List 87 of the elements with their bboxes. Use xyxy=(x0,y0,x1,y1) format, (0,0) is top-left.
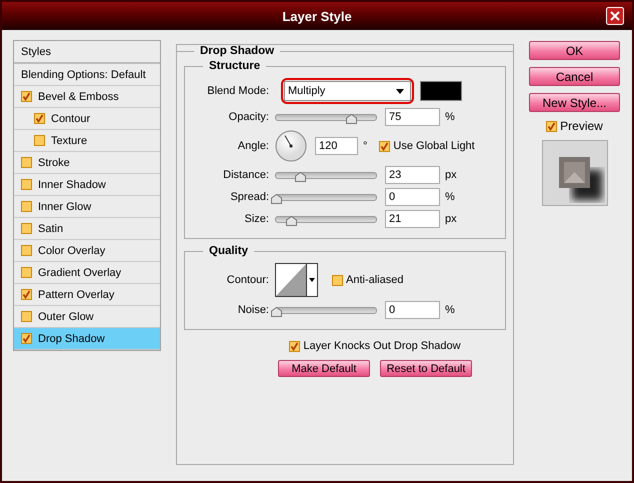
style-label: Inner Shadow xyxy=(38,178,106,190)
checkbox[interactable] xyxy=(21,311,32,322)
value-field[interactable]: 23 xyxy=(385,166,440,184)
unit-label: px xyxy=(445,213,457,225)
preview-drawing xyxy=(542,140,608,206)
value-field[interactable]: 120 xyxy=(315,137,358,155)
color-swatch[interactable] xyxy=(420,81,462,101)
checkbox[interactable] xyxy=(21,91,32,102)
style-list-item[interactable]: Pattern Overlay xyxy=(14,284,160,306)
style-label: Contour xyxy=(51,112,90,124)
checkbox[interactable] xyxy=(21,267,32,278)
style-label: Satin xyxy=(38,222,64,234)
style-list-item[interactable]: Stroke xyxy=(14,152,160,174)
dialog-button[interactable]: New Style... xyxy=(529,93,620,112)
style-list-item[interactable]: Drop Shadow xyxy=(14,328,160,350)
checkbox-label: Anti-aliased xyxy=(346,274,404,286)
unit-label: px xyxy=(445,169,457,181)
style-label: Texture xyxy=(51,134,88,146)
field-label: Opacity: xyxy=(228,111,270,123)
field-label: Contour: xyxy=(226,274,270,286)
style-label: Outer Glow xyxy=(38,310,94,322)
value-field[interactable]: 21 xyxy=(385,210,440,228)
style-list-item[interactable]: Gradient Overlay xyxy=(14,262,160,284)
default-button[interactable]: Reset to Default xyxy=(380,360,472,377)
checkbox-label: Use Global Light xyxy=(393,140,475,152)
checkbox[interactable] xyxy=(379,140,390,152)
slider-thumb[interactable] xyxy=(271,194,282,204)
style-list-item[interactable]: Inner Shadow xyxy=(14,174,160,196)
style-label: Gradient Overlay xyxy=(38,266,122,278)
blend-mode-dropdown[interactable]: Multiply xyxy=(284,81,411,101)
group-title: Structure xyxy=(208,60,262,72)
checkbox[interactable] xyxy=(332,274,343,286)
checkbox[interactable] xyxy=(21,223,32,234)
style-list-item[interactable]: Satin xyxy=(14,218,160,240)
caret-icon xyxy=(396,88,404,94)
slider-thumb[interactable] xyxy=(346,114,357,124)
style-label: Drop Shadow xyxy=(38,332,105,344)
window-title: Layer Style xyxy=(282,8,352,24)
checkbox[interactable] xyxy=(21,333,32,344)
slider-thumb[interactable] xyxy=(271,306,282,316)
slider-thumb[interactable] xyxy=(286,216,297,226)
field-label: Distance: xyxy=(222,169,270,181)
style-list-item[interactable]: Blending Options: Default xyxy=(14,64,160,86)
style-list-item[interactable]: Contour xyxy=(14,108,160,130)
contour-picker[interactable] xyxy=(275,263,318,297)
checkbox[interactable] xyxy=(546,120,558,132)
style-label: Bevel & Emboss xyxy=(38,90,119,102)
style-label: Inner Glow xyxy=(38,200,92,212)
field-label: Noise: xyxy=(236,304,270,316)
dialog-button[interactable]: OK xyxy=(529,41,620,60)
style-list-item[interactable]: Color Overlay xyxy=(14,240,160,262)
default-button[interactable]: Make Default xyxy=(278,360,370,377)
checkbox[interactable] xyxy=(21,179,32,190)
group-title: Quality xyxy=(208,245,249,257)
checkbox[interactable] xyxy=(21,245,32,256)
field-label: Blend Mode: xyxy=(206,85,270,97)
style-label: Pattern Overlay xyxy=(38,288,114,300)
checkbox[interactable] xyxy=(289,340,300,352)
field-label: Size: xyxy=(244,213,270,225)
checkbox[interactable] xyxy=(34,135,45,146)
unit-label: % xyxy=(445,304,455,316)
style-list-item[interactable]: Bevel & Emboss xyxy=(14,86,160,108)
angle-dial[interactable] xyxy=(275,130,307,162)
group-title: Drop Shadow xyxy=(199,45,276,57)
dialog-button[interactable]: Cancel xyxy=(529,67,620,86)
checkbox[interactable] xyxy=(34,113,45,124)
value-field[interactable]: 75 xyxy=(385,108,440,126)
style-list-item[interactable]: Texture xyxy=(14,130,160,152)
close-icon[interactable] xyxy=(606,7,624,25)
style-label: Color Overlay xyxy=(38,244,106,256)
unit-label: % xyxy=(445,191,455,203)
value-field[interactable]: 0 xyxy=(385,301,440,319)
unit-label: ° xyxy=(363,140,368,152)
checkbox-label: Layer Knocks Out Drop Shadow xyxy=(303,340,461,352)
styles-header[interactable]: Styles xyxy=(14,41,160,64)
style-label: Stroke xyxy=(38,156,70,168)
field-label: Spread: xyxy=(229,191,270,203)
field-label: Angle: xyxy=(236,140,270,152)
slider-thumb[interactable] xyxy=(295,172,306,182)
caret-icon xyxy=(309,278,315,282)
checkbox-label: Preview xyxy=(560,119,603,133)
value-field[interactable]: 0 xyxy=(385,188,440,206)
checkbox[interactable] xyxy=(21,289,32,300)
checkbox[interactable] xyxy=(21,157,32,168)
checkbox[interactable] xyxy=(21,201,32,212)
unit-label: % xyxy=(445,111,455,123)
style-list-item[interactable]: Inner Glow xyxy=(14,196,160,218)
